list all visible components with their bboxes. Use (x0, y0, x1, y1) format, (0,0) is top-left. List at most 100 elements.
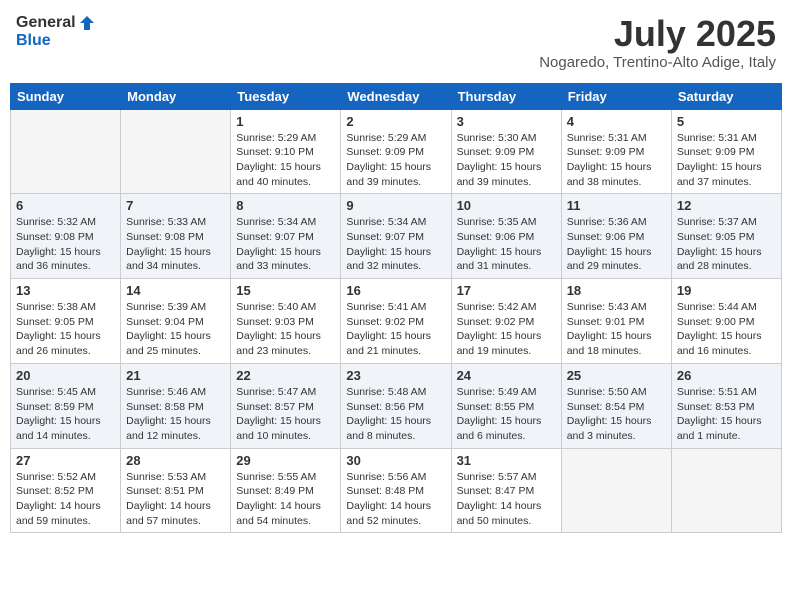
calendar-cell: 6 Sunrise: 5:32 AM Sunset: 9:08 PM Daylig… (11, 194, 121, 279)
day-number: 12 (677, 198, 776, 213)
day-info: Sunrise: 5:43 AM Sunset: 9:01 PM Dayligh… (567, 300, 666, 359)
day-info: Sunrise: 5:51 AM Sunset: 8:53 PM Dayligh… (677, 385, 776, 444)
weekday-header: Wednesday (341, 83, 451, 109)
logo: General Blue (16, 14, 96, 50)
logo-blue: Blue (16, 32, 51, 50)
day-info: Sunrise: 5:46 AM Sunset: 8:58 PM Dayligh… (126, 385, 225, 444)
calendar-cell: 24 Sunrise: 5:49 AM Sunset: 8:55 PM Dayli… (451, 363, 561, 448)
day-number: 29 (236, 453, 335, 468)
day-info: Sunrise: 5:49 AM Sunset: 8:55 PM Dayligh… (457, 385, 556, 444)
calendar-week-row: 20Sunrise: 5:45 AM Sunset: 8:59 PM Dayli… (11, 363, 782, 448)
day-info: Sunrise: 5:38 AM Sunset: 9:05 PM Dayligh… (16, 300, 115, 359)
day-info: Sunrise: 5:39 AM Sunset: 9:04 PM Dayligh… (126, 300, 225, 359)
day-number: 17 (457, 283, 556, 298)
day-number: 8 (236, 198, 335, 213)
page-header: General Blue July 2025 Nogaredo, Trentin… (10, 10, 782, 75)
month-title: July 2025 (539, 14, 776, 54)
day-number: 24 (457, 368, 556, 383)
day-number: 22 (236, 368, 335, 383)
calendar-cell: 13 Sunrise: 5:38 AM Sunset: 9:05 PM Dayli… (11, 279, 121, 364)
day-info: Sunrise: 5:29 AM Sunset: 9:09 PM Dayligh… (346, 131, 445, 190)
weekday-header: Sunday (11, 83, 121, 109)
day-info: Sunrise: 5:44 AM Sunset: 9:00 PM Dayligh… (677, 300, 776, 359)
calendar-cell: 18 Sunrise: 5:43 AM Sunset: 9:01 PM Dayli… (561, 279, 671, 364)
calendar-cell: 16 Sunrise: 5:41 AM Sunset: 9:02 PM Dayli… (341, 279, 451, 364)
day-info: Sunrise: 5:30 AM Sunset: 9:09 PM Dayligh… (457, 131, 556, 190)
day-number: 10 (457, 198, 556, 213)
day-info: Sunrise: 5:34 AM Sunset: 9:07 PM Dayligh… (236, 215, 335, 274)
calendar-cell: 31 Sunrise: 5:57 AM Sunset: 8:47 PM Dayli… (451, 448, 561, 533)
day-info: Sunrise: 5:56 AM Sunset: 8:48 PM Dayligh… (346, 470, 445, 529)
day-info: Sunrise: 5:48 AM Sunset: 8:56 PM Dayligh… (346, 385, 445, 444)
weekday-header: Saturday (671, 83, 781, 109)
weekday-header: Tuesday (231, 83, 341, 109)
day-number: 15 (236, 283, 335, 298)
calendar-cell: 7Sunrise: 5:33 AM Sunset: 9:08 PM Daylig… (121, 194, 231, 279)
calendar-cell: 4 Sunrise: 5:31 AM Sunset: 9:09 PM Daylig… (561, 109, 671, 194)
day-info: Sunrise: 5:36 AM Sunset: 9:06 PM Dayligh… (567, 215, 666, 274)
day-info: Sunrise: 5:31 AM Sunset: 9:09 PM Dayligh… (567, 131, 666, 190)
calendar-cell: 30 Sunrise: 5:56 AM Sunset: 8:48 PM Dayli… (341, 448, 451, 533)
day-info: Sunrise: 5:37 AM Sunset: 9:05 PM Dayligh… (677, 215, 776, 274)
day-info: Sunrise: 5:40 AM Sunset: 9:03 PM Dayligh… (236, 300, 335, 359)
calendar-cell: 23 Sunrise: 5:48 AM Sunset: 8:56 PM Dayli… (341, 363, 451, 448)
day-number: 13 (16, 283, 115, 298)
day-number: 20 (16, 368, 115, 383)
title-area: July 2025 Nogaredo, Trentino-Alto Adige,… (539, 14, 776, 71)
calendar-cell: 22 Sunrise: 5:47 AM Sunset: 8:57 PM Dayli… (231, 363, 341, 448)
day-number: 16 (346, 283, 445, 298)
day-number: 5 (677, 114, 776, 129)
day-number: 1 (236, 114, 335, 129)
day-number: 30 (346, 453, 445, 468)
day-number: 25 (567, 368, 666, 383)
day-number: 9 (346, 198, 445, 213)
day-info: Sunrise: 5:53 AM Sunset: 8:51 PM Dayligh… (126, 470, 225, 529)
day-number: 26 (677, 368, 776, 383)
day-number: 3 (457, 114, 556, 129)
calendar-cell: 2 Sunrise: 5:29 AM Sunset: 9:09 PM Daylig… (341, 109, 451, 194)
day-number: 18 (567, 283, 666, 298)
day-number: 23 (346, 368, 445, 383)
calendar-week-row: 1 Sunrise: 5:29 AM Sunset: 9:10 PM Daylig… (11, 109, 782, 194)
calendar-cell: 10Sunrise: 5:35 AM Sunset: 9:06 PM Dayli… (451, 194, 561, 279)
day-info: Sunrise: 5:57 AM Sunset: 8:47 PM Dayligh… (457, 470, 556, 529)
day-info: Sunrise: 5:31 AM Sunset: 9:09 PM Dayligh… (677, 131, 776, 190)
day-number: 21 (126, 368, 225, 383)
day-number: 31 (457, 453, 556, 468)
weekday-header: Thursday (451, 83, 561, 109)
calendar-cell: 17Sunrise: 5:42 AM Sunset: 9:02 PM Dayli… (451, 279, 561, 364)
calendar-cell: 11Sunrise: 5:36 AM Sunset: 9:06 PM Dayli… (561, 194, 671, 279)
calendar-cell: 12 Sunrise: 5:37 AM Sunset: 9:05 PM Dayli… (671, 194, 781, 279)
day-number: 28 (126, 453, 225, 468)
calendar-cell: 9Sunrise: 5:34 AM Sunset: 9:07 PM Daylig… (341, 194, 451, 279)
day-number: 6 (16, 198, 115, 213)
calendar-cell: 29Sunrise: 5:55 AM Sunset: 8:49 PM Dayli… (231, 448, 341, 533)
calendar-cell: 14 Sunrise: 5:39 AM Sunset: 9:04 PM Dayli… (121, 279, 231, 364)
day-info: Sunrise: 5:29 AM Sunset: 9:10 PM Dayligh… (236, 131, 335, 190)
calendar-cell: 8 Sunrise: 5:34 AM Sunset: 9:07 PM Daylig… (231, 194, 341, 279)
day-info: Sunrise: 5:32 AM Sunset: 9:08 PM Dayligh… (16, 215, 115, 274)
day-number: 19 (677, 283, 776, 298)
calendar-week-row: 13 Sunrise: 5:38 AM Sunset: 9:05 PM Dayli… (11, 279, 782, 364)
weekday-header: Friday (561, 83, 671, 109)
calendar-cell (561, 448, 671, 533)
day-info: Sunrise: 5:41 AM Sunset: 9:02 PM Dayligh… (346, 300, 445, 359)
calendar-week-row: 6 Sunrise: 5:32 AM Sunset: 9:08 PM Daylig… (11, 194, 782, 279)
day-number: 4 (567, 114, 666, 129)
day-info: Sunrise: 5:47 AM Sunset: 8:57 PM Dayligh… (236, 385, 335, 444)
day-info: Sunrise: 5:33 AM Sunset: 9:08 PM Dayligh… (126, 215, 225, 274)
day-info: Sunrise: 5:50 AM Sunset: 8:54 PM Dayligh… (567, 385, 666, 444)
calendar-cell: 25 Sunrise: 5:50 AM Sunset: 8:54 PM Dayli… (561, 363, 671, 448)
logo-icon (78, 14, 96, 32)
weekday-header: Monday (121, 83, 231, 109)
calendar-cell: 1 Sunrise: 5:29 AM Sunset: 9:10 PM Daylig… (231, 109, 341, 194)
calendar-cell (11, 109, 121, 194)
calendar-cell: 5 Sunrise: 5:31 AM Sunset: 9:09 PM Daylig… (671, 109, 781, 194)
logo-general: General (16, 14, 76, 32)
day-number: 27 (16, 453, 115, 468)
location-title: Nogaredo, Trentino-Alto Adige, Italy (539, 54, 776, 71)
day-number: 14 (126, 283, 225, 298)
day-number: 2 (346, 114, 445, 129)
day-info: Sunrise: 5:52 AM Sunset: 8:52 PM Dayligh… (16, 470, 115, 529)
calendar-cell: 26 Sunrise: 5:51 AM Sunset: 8:53 PM Dayli… (671, 363, 781, 448)
